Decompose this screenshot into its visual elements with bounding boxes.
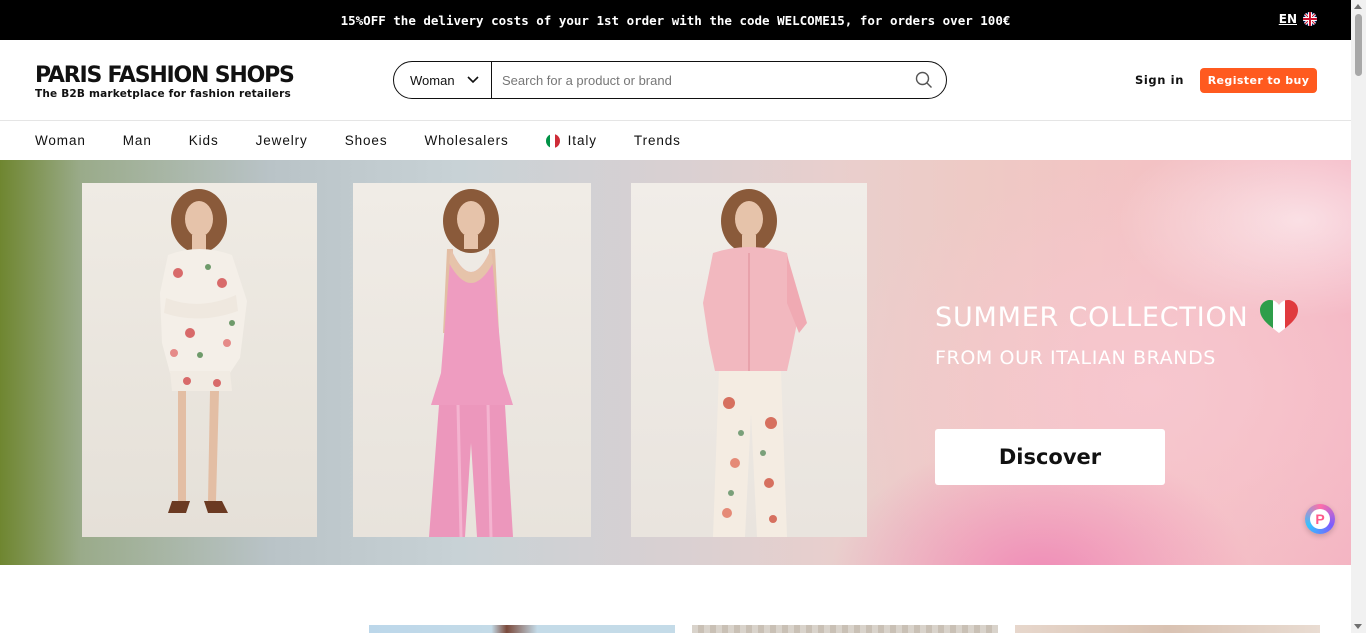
- search-input[interactable]: [492, 62, 902, 98]
- hero-title-text: SUMMER COLLECTION: [935, 301, 1249, 333]
- scroll-up-arrow-icon[interactable]: [1354, 4, 1362, 9]
- italy-heart-icon: [1259, 300, 1298, 333]
- chat-widget-button[interactable]: P: [1305, 504, 1335, 534]
- search-button[interactable]: [902, 62, 946, 98]
- category-tile[interactable]: [1015, 625, 1320, 633]
- hero-banner[interactable]: SUMMER COLLECTION FROM OUR ITALIAN BRAND…: [0, 160, 1351, 565]
- hero-photo-floral-suit: [82, 183, 317, 537]
- chat-icon: P: [1310, 509, 1330, 529]
- category-tile[interactable]: [369, 625, 675, 633]
- sign-in-link[interactable]: Sign in: [1135, 73, 1184, 87]
- search-icon: [915, 71, 932, 88]
- chevron-down-icon: [466, 76, 479, 84]
- nav-item-label: Kids: [188, 133, 219, 148]
- nav-item-label: Man: [122, 133, 152, 148]
- nav-item-wholesalers[interactable]: Wholesalers: [424, 133, 508, 148]
- site-header: PARIS FASHION SHOPS The B2B marketplace …: [0, 40, 1351, 121]
- uk-flag-icon: [1303, 12, 1317, 26]
- hero-title: SUMMER COLLECTION: [935, 300, 1299, 334]
- scroll-down-arrow-icon[interactable]: [1354, 624, 1362, 629]
- italy-flag-icon: [545, 133, 560, 148]
- nav-item-man[interactable]: Man: [123, 133, 152, 148]
- category-tile[interactable]: [692, 625, 998, 633]
- hero-subtitle: FROM OUR ITALIAN BRANDS: [935, 347, 1216, 369]
- nav-item-label: Shoes: [344, 133, 388, 148]
- logo-title: PARIS FASHION SHOPS: [35, 63, 295, 88]
- nav-item-label: Italy: [567, 133, 597, 148]
- main-nav: Woman Man Kids Jewelry Shoes Wholesalers…: [0, 121, 1351, 160]
- nav-item-trends[interactable]: Trends: [634, 133, 681, 148]
- search-category-value: Woman: [410, 72, 455, 88]
- nav-item-kids[interactable]: Kids: [189, 133, 219, 148]
- page-scrollbar[interactable]: [1351, 0, 1366, 633]
- nav-item-jewelry[interactable]: Jewelry: [256, 133, 308, 148]
- hero-photo-pink-shirt: [631, 183, 867, 537]
- hero-photo-pink-satin: [353, 183, 591, 537]
- search-bar: Woman: [393, 61, 947, 99]
- language-selector[interactable]: EN: [1279, 12, 1317, 26]
- nav-item-woman[interactable]: Woman: [35, 133, 86, 148]
- language-code: EN: [1278, 12, 1297, 26]
- scroll-thumb[interactable]: [1355, 14, 1362, 76]
- nav-item-italy[interactable]: Italy: [545, 133, 597, 148]
- register-button[interactable]: Register to buy: [1200, 68, 1317, 93]
- logo[interactable]: PARIS FASHION SHOPS The B2B marketplace …: [35, 63, 295, 101]
- nav-item-label: Woman: [35, 133, 86, 148]
- nav-item-shoes[interactable]: Shoes: [345, 133, 388, 148]
- discover-button[interactable]: Discover: [935, 429, 1165, 485]
- search-category-select[interactable]: Woman: [394, 62, 492, 98]
- promo-text: 15%OFF the delivery costs of your 1st or…: [340, 12, 1011, 28]
- logo-subtitle: The B2B marketplace for fashion retailer…: [35, 88, 291, 100]
- nav-item-label: Jewelry: [255, 133, 308, 148]
- promo-bar: 15%OFF the delivery costs of your 1st or…: [0, 0, 1351, 40]
- nav-item-label: Trends: [633, 133, 681, 148]
- nav-item-label: Wholesalers: [424, 133, 509, 148]
